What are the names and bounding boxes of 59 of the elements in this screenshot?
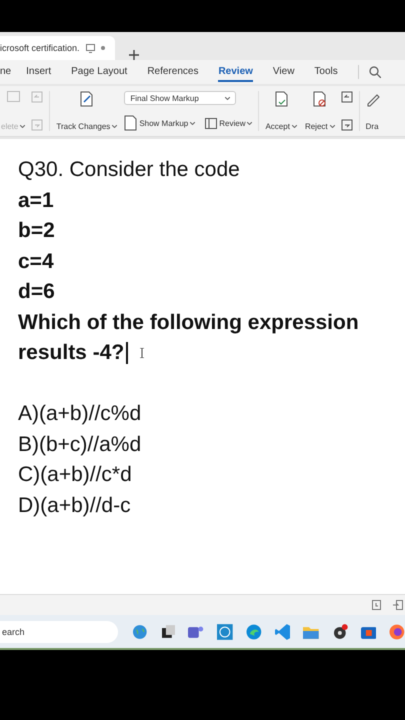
record-icon[interactable]: [332, 624, 348, 639]
menu-tab[interactable]: View: [272, 62, 294, 82]
track-changes-icon[interactable]: [80, 91, 94, 107]
document-line: b=2: [18, 218, 55, 244]
document-line: D)(a+b)//d-c: [18, 492, 131, 518]
accept-button[interactable]: Accept: [265, 122, 297, 131]
exit-icon[interactable]: [393, 600, 403, 610]
document-line: a=1: [18, 188, 54, 214]
previous-change-icon[interactable]: [340, 91, 353, 103]
pane-icon: [205, 118, 218, 128]
plus-icon[interactable]: [128, 50, 139, 60]
store-icon[interactable]: [360, 624, 376, 639]
draw-button[interactable]: Dra: [366, 122, 379, 131]
reject-icon[interactable]: [313, 91, 326, 107]
reject-button[interactable]: Reject: [304, 122, 335, 131]
caret-icon: [190, 122, 196, 124]
window-icon[interactable]: [162, 625, 176, 638]
document-line: B)(b+c)//a%d: [18, 432, 142, 458]
wave-icon[interactable]: [246, 624, 262, 640]
menu-tab[interactable]: Review: [218, 62, 253, 82]
caret-icon: [292, 125, 297, 128]
browser-tab[interactable]: icrosoft certification.: [0, 36, 115, 60]
document-line: C)(a+b)//c*d: [18, 462, 132, 488]
menu-tab[interactable]: ne: [0, 62, 12, 82]
caret-icon: [330, 125, 335, 128]
menu-tab[interactable]: Page Layout: [71, 62, 128, 82]
document-line: Q30. Consider the code: [18, 157, 240, 183]
markup-mode-dropdown[interactable]: Final Show Markup: [124, 91, 236, 105]
menu-tab[interactable]: References: [147, 62, 198, 82]
search-icon[interactable]: [368, 66, 381, 78]
monitor-icon: [86, 44, 95, 52]
document-line: Which of the following expression: [18, 310, 359, 336]
document-line: results -4?: [18, 340, 124, 366]
document-icon: [124, 115, 138, 131]
next-change-icon[interactable]: [340, 119, 353, 131]
caret-icon: [247, 122, 252, 124]
accept-icon[interactable]: [274, 91, 288, 107]
text-cursor: [126, 342, 128, 364]
caret-icon: [225, 96, 230, 100]
menu-tab[interactable]: Tools: [314, 62, 338, 82]
menu-tab[interactable]: Insert: [26, 62, 52, 82]
text-cursor-icon: [138, 348, 145, 358]
code-editor-icon[interactable]: [274, 624, 290, 640]
globe-icon[interactable]: [131, 624, 149, 640]
folder-icon[interactable]: [303, 624, 319, 638]
reading-mode-icon[interactable]: [372, 600, 381, 610]
document-line: d=6: [18, 279, 55, 305]
track-changes-button[interactable]: Track Changes: [56, 122, 118, 131]
people-icon[interactable]: [188, 624, 204, 638]
square-logo-icon[interactable]: [217, 624, 233, 640]
caret-icon: [20, 125, 26, 128]
search-field[interactable]: earch: [0, 620, 118, 642]
unsaved-dot-icon: [100, 46, 105, 50]
review-pane-button[interactable]: Review: [205, 118, 252, 128]
fox-icon[interactable]: [389, 624, 405, 640]
document-line: c=4: [18, 248, 54, 274]
caret-icon: [112, 125, 118, 128]
show-markup-button[interactable]: Show Markup: [124, 115, 196, 131]
document-line: A)(a+b)//c%d: [18, 401, 142, 427]
